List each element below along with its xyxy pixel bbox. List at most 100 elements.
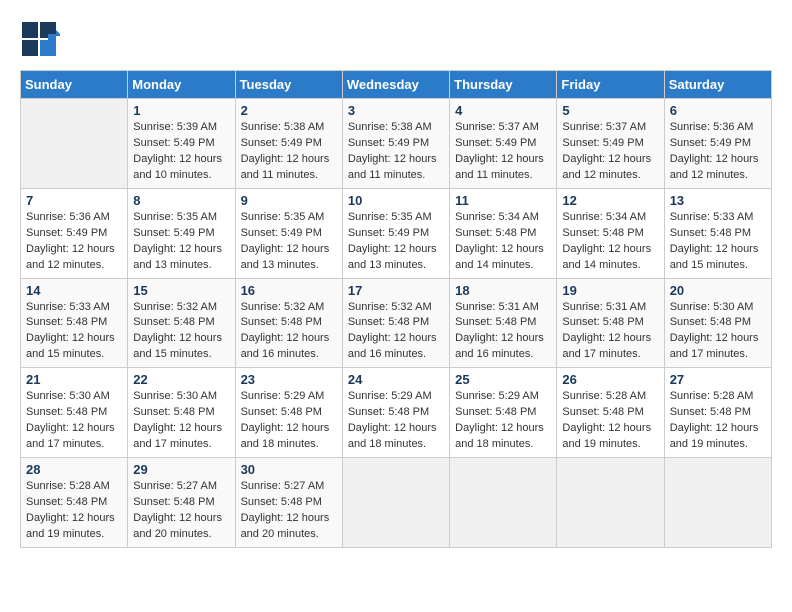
day-info-line: Daylight: 12 hours <box>133 331 229 347</box>
day-number: 16 <box>241 283 337 298</box>
day-info-line: Sunrise: 5:31 AM <box>562 300 658 316</box>
day-info-line: Sunrise: 5:29 AM <box>241 389 337 405</box>
day-info-line: and 14 minutes. <box>455 258 551 274</box>
calendar-cell <box>557 458 664 548</box>
day-info: Sunrise: 5:30 AMSunset: 5:48 PMDaylight:… <box>133 389 229 453</box>
day-info: Sunrise: 5:28 AMSunset: 5:48 PMDaylight:… <box>26 479 122 543</box>
calendar-cell: 10Sunrise: 5:35 AMSunset: 5:49 PMDayligh… <box>342 188 449 278</box>
calendar-cell: 17Sunrise: 5:32 AMSunset: 5:48 PMDayligh… <box>342 278 449 368</box>
day-info-line: Sunrise: 5:34 AM <box>562 210 658 226</box>
day-info: Sunrise: 5:34 AMSunset: 5:48 PMDaylight:… <box>562 210 658 274</box>
day-number: 17 <box>348 283 444 298</box>
day-number: 4 <box>455 103 551 118</box>
column-header-thursday: Thursday <box>450 71 557 99</box>
column-header-monday: Monday <box>128 71 235 99</box>
day-info-line: Sunrise: 5:35 AM <box>133 210 229 226</box>
day-info-line: Daylight: 12 hours <box>562 421 658 437</box>
day-info-line: Sunrise: 5:34 AM <box>455 210 551 226</box>
day-info-line: and 11 minutes. <box>241 168 337 184</box>
calendar-cell: 7 Sunrise: 5:36 AMSunset: 5:49 PMDaylight… <box>21 188 128 278</box>
day-info-line: and 17 minutes. <box>133 437 229 453</box>
day-info-line: Sunset: 5:49 PM <box>348 226 444 242</box>
day-info-line: Sunrise: 5:28 AM <box>562 389 658 405</box>
day-info-line: Daylight: 12 hours <box>670 421 766 437</box>
page-header <box>20 20 772 60</box>
day-info-line: Sunrise: 5:33 AM <box>670 210 766 226</box>
day-info-line: Daylight: 12 hours <box>133 242 229 258</box>
day-number: 19 <box>562 283 658 298</box>
day-info-line: Sunrise: 5:32 AM <box>348 300 444 316</box>
calendar-cell: 13Sunrise: 5:33 AMSunset: 5:48 PMDayligh… <box>664 188 771 278</box>
day-info: Sunrise: 5:31 AMSunset: 5:48 PMDaylight:… <box>562 300 658 364</box>
calendar-cell: 30Sunrise: 5:27 AMSunset: 5:48 PMDayligh… <box>235 458 342 548</box>
day-info-line: and 11 minutes. <box>348 168 444 184</box>
day-info-line: Sunrise: 5:36 AM <box>26 210 122 226</box>
day-info-line: Sunset: 5:49 PM <box>562 136 658 152</box>
day-info-line: Sunrise: 5:38 AM <box>348 120 444 136</box>
day-info-line: Daylight: 12 hours <box>670 331 766 347</box>
day-number: 9 <box>241 193 337 208</box>
day-info-line: Daylight: 12 hours <box>455 331 551 347</box>
day-info-line: and 15 minutes. <box>670 258 766 274</box>
day-info: Sunrise: 5:33 AMSunset: 5:48 PMDaylight:… <box>670 210 766 274</box>
day-info-line: Daylight: 12 hours <box>562 331 658 347</box>
day-number: 7 <box>26 193 122 208</box>
day-info-line: Daylight: 12 hours <box>562 152 658 168</box>
week-row-5: 28 Sunrise: 5:28 AMSunset: 5:48 PMDayligh… <box>21 458 772 548</box>
day-info-line: Sunset: 5:48 PM <box>241 405 337 421</box>
day-info-line: Daylight: 12 hours <box>133 511 229 527</box>
calendar-cell: 22Sunrise: 5:30 AMSunset: 5:48 PMDayligh… <box>128 368 235 458</box>
day-info-line: Daylight: 12 hours <box>670 242 766 258</box>
day-info-line: Sunrise: 5:27 AM <box>133 479 229 495</box>
day-info-line: Sunset: 5:49 PM <box>133 226 229 242</box>
day-info-line: and 16 minutes. <box>348 347 444 363</box>
day-info-line: Sunset: 5:49 PM <box>26 226 122 242</box>
day-number: 29 <box>133 462 229 477</box>
day-info-line: Sunset: 5:49 PM <box>455 136 551 152</box>
day-info-line: and 15 minutes. <box>133 347 229 363</box>
day-info-line: and 12 minutes. <box>562 168 658 184</box>
calendar-cell: 26Sunrise: 5:28 AMSunset: 5:48 PMDayligh… <box>557 368 664 458</box>
column-header-friday: Friday <box>557 71 664 99</box>
logo <box>20 20 64 60</box>
day-info-line: Sunset: 5:48 PM <box>348 315 444 331</box>
day-info-line: Sunrise: 5:32 AM <box>133 300 229 316</box>
day-info-line: Daylight: 12 hours <box>26 242 122 258</box>
day-info-line: and 16 minutes. <box>455 347 551 363</box>
day-info: Sunrise: 5:30 AMSunset: 5:48 PMDaylight:… <box>26 389 122 453</box>
calendar-cell: 3Sunrise: 5:38 AMSunset: 5:49 PMDaylight… <box>342 99 449 189</box>
day-info: Sunrise: 5:29 AMSunset: 5:48 PMDaylight:… <box>348 389 444 453</box>
calendar-cell <box>450 458 557 548</box>
day-info-line: Sunset: 5:48 PM <box>455 405 551 421</box>
day-info: Sunrise: 5:38 AMSunset: 5:49 PMDaylight:… <box>348 120 444 184</box>
day-info-line: Sunset: 5:49 PM <box>670 136 766 152</box>
calendar-cell: 11Sunrise: 5:34 AMSunset: 5:48 PMDayligh… <box>450 188 557 278</box>
day-info-line: Sunset: 5:48 PM <box>455 315 551 331</box>
day-info-line: Sunrise: 5:30 AM <box>133 389 229 405</box>
day-info-line: Sunrise: 5:30 AM <box>670 300 766 316</box>
day-info-line: Daylight: 12 hours <box>241 242 337 258</box>
day-number: 30 <box>241 462 337 477</box>
calendar-cell: 4Sunrise: 5:37 AMSunset: 5:49 PMDaylight… <box>450 99 557 189</box>
day-info-line: Daylight: 12 hours <box>455 152 551 168</box>
calendar-header-row: SundayMondayTuesdayWednesdayThursdayFrid… <box>21 71 772 99</box>
day-info-line: and 18 minutes. <box>241 437 337 453</box>
day-info-line: and 11 minutes. <box>455 168 551 184</box>
day-number: 28 <box>26 462 122 477</box>
day-info-line: Sunset: 5:49 PM <box>348 136 444 152</box>
day-info-line: Sunrise: 5:32 AM <box>241 300 337 316</box>
day-info-line: Sunrise: 5:28 AM <box>670 389 766 405</box>
day-info: Sunrise: 5:33 AMSunset: 5:48 PMDaylight:… <box>26 300 122 364</box>
day-info-line: Sunset: 5:48 PM <box>26 315 122 331</box>
day-number: 12 <box>562 193 658 208</box>
day-info-line: Sunrise: 5:29 AM <box>455 389 551 405</box>
day-info-line: and 16 minutes. <box>241 347 337 363</box>
day-info-line: Sunset: 5:48 PM <box>562 226 658 242</box>
day-info-line: Daylight: 12 hours <box>670 152 766 168</box>
day-info: Sunrise: 5:27 AMSunset: 5:48 PMDaylight:… <box>133 479 229 543</box>
day-info-line: and 15 minutes. <box>26 347 122 363</box>
day-info-line: Sunrise: 5:27 AM <box>241 479 337 495</box>
week-row-1: 1Sunrise: 5:39 AMSunset: 5:49 PMDaylight… <box>21 99 772 189</box>
day-info: Sunrise: 5:36 AMSunset: 5:49 PMDaylight:… <box>26 210 122 274</box>
week-row-3: 14Sunrise: 5:33 AMSunset: 5:48 PMDayligh… <box>21 278 772 368</box>
